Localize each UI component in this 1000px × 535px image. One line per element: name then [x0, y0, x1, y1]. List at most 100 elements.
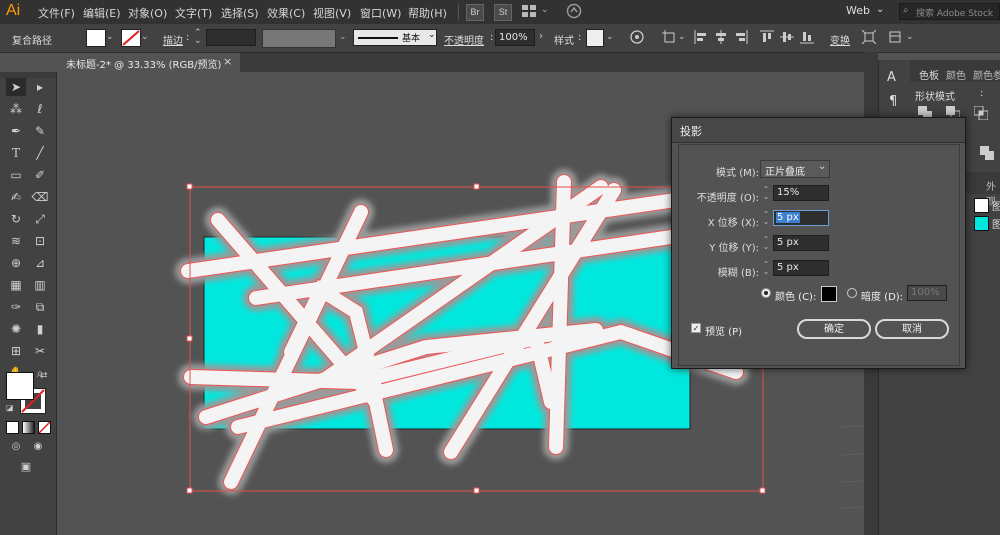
y-offset-stepper[interactable]: ⌃ ⌄ [761, 236, 771, 251]
ok-button[interactable]: 确定 [797, 319, 871, 339]
gradient-mode-icon[interactable] [22, 421, 35, 434]
menu-select[interactable]: 选择(S) [221, 5, 259, 21]
bridge-button[interactable]: Br [466, 4, 484, 21]
chevron-down-icon[interactable]: ⌄ [141, 32, 149, 42]
draw-mode-icon[interactable]: ◎ [6, 438, 26, 456]
tab-color-guide[interactable]: 颜色参 [973, 67, 1000, 82]
layer-swatch-cyan[interactable] [974, 216, 989, 231]
color-radio[interactable] [761, 288, 771, 298]
variable-width-profile[interactable] [262, 29, 336, 48]
blur-input[interactable]: 5 px [773, 260, 829, 276]
layer-swatch-white[interactable] [974, 198, 989, 213]
cancel-button[interactable]: 取消 [875, 319, 949, 339]
free-transform-tool-icon[interactable]: ⊡ [30, 232, 50, 250]
arrange-documents-icon[interactable] [522, 5, 536, 17]
curvature-tool-icon[interactable]: ✎ [30, 122, 50, 140]
gradient-tool-icon[interactable]: ▥ [30, 276, 50, 294]
chevron-down-icon[interactable]: ⌄ [106, 32, 114, 42]
align-to-icon[interactable] [662, 30, 676, 44]
eyedropper-tool-icon[interactable]: ✑ [6, 298, 26, 316]
direct-selection-tool-icon[interactable]: ▸ [30, 78, 50, 96]
paintbrush-tool-icon[interactable]: ✐ [30, 166, 50, 184]
document-tab[interactable]: 未标题-2* @ 33.33% (RGB/预览) × [56, 53, 240, 72]
panel-menu-icon[interactable] [888, 30, 902, 44]
fill-swatch[interactable] [6, 372, 34, 400]
chevron-down-icon[interactable]: ⌄ [906, 32, 914, 42]
screen-mode-icon[interactable]: ▣ [16, 458, 36, 476]
chevron-down-icon[interactable]: ⌄ [876, 4, 884, 15]
magic-wand-tool-icon[interactable]: ⁂ [6, 100, 26, 118]
transform-label[interactable]: 变换 [830, 32, 850, 47]
recolor-artwork-icon[interactable] [630, 30, 644, 44]
color-mode-icon[interactable] [6, 421, 19, 434]
shape-builder-tool-icon[interactable]: ⊕ [6, 254, 26, 272]
rotate-tool-icon[interactable]: ↻ [6, 210, 26, 228]
pathfinder-divide-icon[interactable] [980, 146, 994, 160]
fill-swatch[interactable] [86, 29, 106, 47]
menu-effect[interactable]: 效果(C) [267, 5, 305, 21]
layer-item-label[interactable]: 图 [992, 198, 1000, 213]
draw-behind-icon[interactable]: ◉ [28, 438, 48, 456]
graphic-style-swatch[interactable] [586, 29, 604, 47]
workspace-switcher[interactable]: Web [846, 4, 870, 17]
menu-object[interactable]: 对象(O) [128, 5, 167, 21]
pen-tool-icon[interactable]: ✒ [6, 122, 26, 140]
menu-file[interactable]: 文件(F) [38, 5, 75, 21]
artboard-tool-icon[interactable]: ⊞ [6, 342, 26, 360]
none-mode-icon[interactable] [38, 421, 51, 434]
stroke-weight-stepper[interactable]: ⌃ ⌄ [194, 29, 202, 46]
blur-stepper[interactable]: ⌃ ⌄ [761, 261, 771, 276]
character-panel-icon[interactable]: A [887, 70, 896, 85]
brush-definition-dropdown[interactable]: 基本 ⌄ [353, 29, 437, 46]
swap-fill-stroke-icon[interactable]: ⇄ [40, 371, 48, 381]
dialog-title-bar[interactable]: 投影 [672, 118, 965, 143]
paragraph-panel-icon[interactable]: ¶ [889, 94, 897, 109]
column-graph-tool-icon[interactable]: ▮ [30, 320, 50, 338]
chevron-down-icon[interactable]: ⌄ [678, 32, 686, 42]
line-tool-icon[interactable]: ╱ [30, 144, 50, 162]
opacity-stepper[interactable]: ⌃ ⌄ [761, 186, 771, 201]
chevron-down-icon[interactable]: ⌄ [339, 32, 347, 42]
menu-type[interactable]: 文字(T) [175, 5, 212, 21]
menu-help[interactable]: 帮助(H) [408, 5, 447, 21]
align-top-icon[interactable] [760, 30, 774, 44]
align-middle-icon[interactable] [780, 30, 794, 44]
intersect-icon[interactable] [973, 105, 989, 121]
stroke-weight-field[interactable] [206, 29, 256, 46]
preview-checkbox[interactable]: ✓ [691, 323, 701, 333]
slice-tool-icon[interactable]: ✂ [30, 342, 50, 360]
isolate-icon[interactable] [861, 29, 877, 45]
tab-color[interactable]: 颜色 [946, 67, 966, 82]
align-left-icon[interactable] [694, 30, 708, 44]
eraser-tool-icon[interactable]: ⌫ [30, 188, 50, 206]
menu-view[interactable]: 视图(V) [313, 5, 351, 21]
align-bottom-icon[interactable] [800, 30, 814, 44]
y-offset-input[interactable]: 5 px [773, 235, 829, 251]
shaper-tool-icon[interactable]: ✍ [6, 188, 26, 206]
blend-tool-icon[interactable]: ⧉ [30, 298, 50, 316]
opacity-label[interactable]: 不透明度 [444, 32, 484, 47]
gpu-performance-icon[interactable] [566, 3, 582, 19]
shadow-color-swatch[interactable] [821, 286, 837, 302]
opacity-input[interactable]: 15% [773, 185, 829, 201]
chevron-right-icon[interactable]: › [539, 31, 543, 42]
stroke-label[interactable]: 描边 [163, 32, 183, 47]
stroke-none-swatch[interactable] [121, 29, 141, 47]
opacity-field[interactable]: 100% [495, 29, 535, 46]
layer-item-label[interactable]: 图 [992, 216, 1000, 231]
mode-dropdown[interactable]: 正片叠底 ⌄ [760, 160, 830, 178]
stock-button[interactable]: St [494, 4, 512, 21]
menu-edit[interactable]: 编辑(E) [83, 5, 121, 21]
menu-window[interactable]: 窗口(W) [360, 5, 401, 21]
align-right-icon[interactable] [734, 30, 748, 44]
darkness-radio[interactable] [847, 288, 857, 298]
align-center-icon[interactable] [714, 30, 728, 44]
x-offset-input[interactable]: 5 px [773, 210, 829, 226]
chevron-down-icon[interactable]: ⌄ [541, 5, 549, 15]
stock-search-input[interactable]: ⌕ 搜索 Adobe Stock [899, 3, 1000, 20]
tab-swatches[interactable]: 色板 [919, 67, 939, 82]
scale-tool-icon[interactable]: ⤢ [30, 210, 50, 228]
mesh-tool-icon[interactable]: ▦ [6, 276, 26, 294]
selection-tool-icon[interactable]: ➤ [6, 78, 26, 96]
symbol-sprayer-tool-icon[interactable]: ✺ [6, 320, 26, 338]
